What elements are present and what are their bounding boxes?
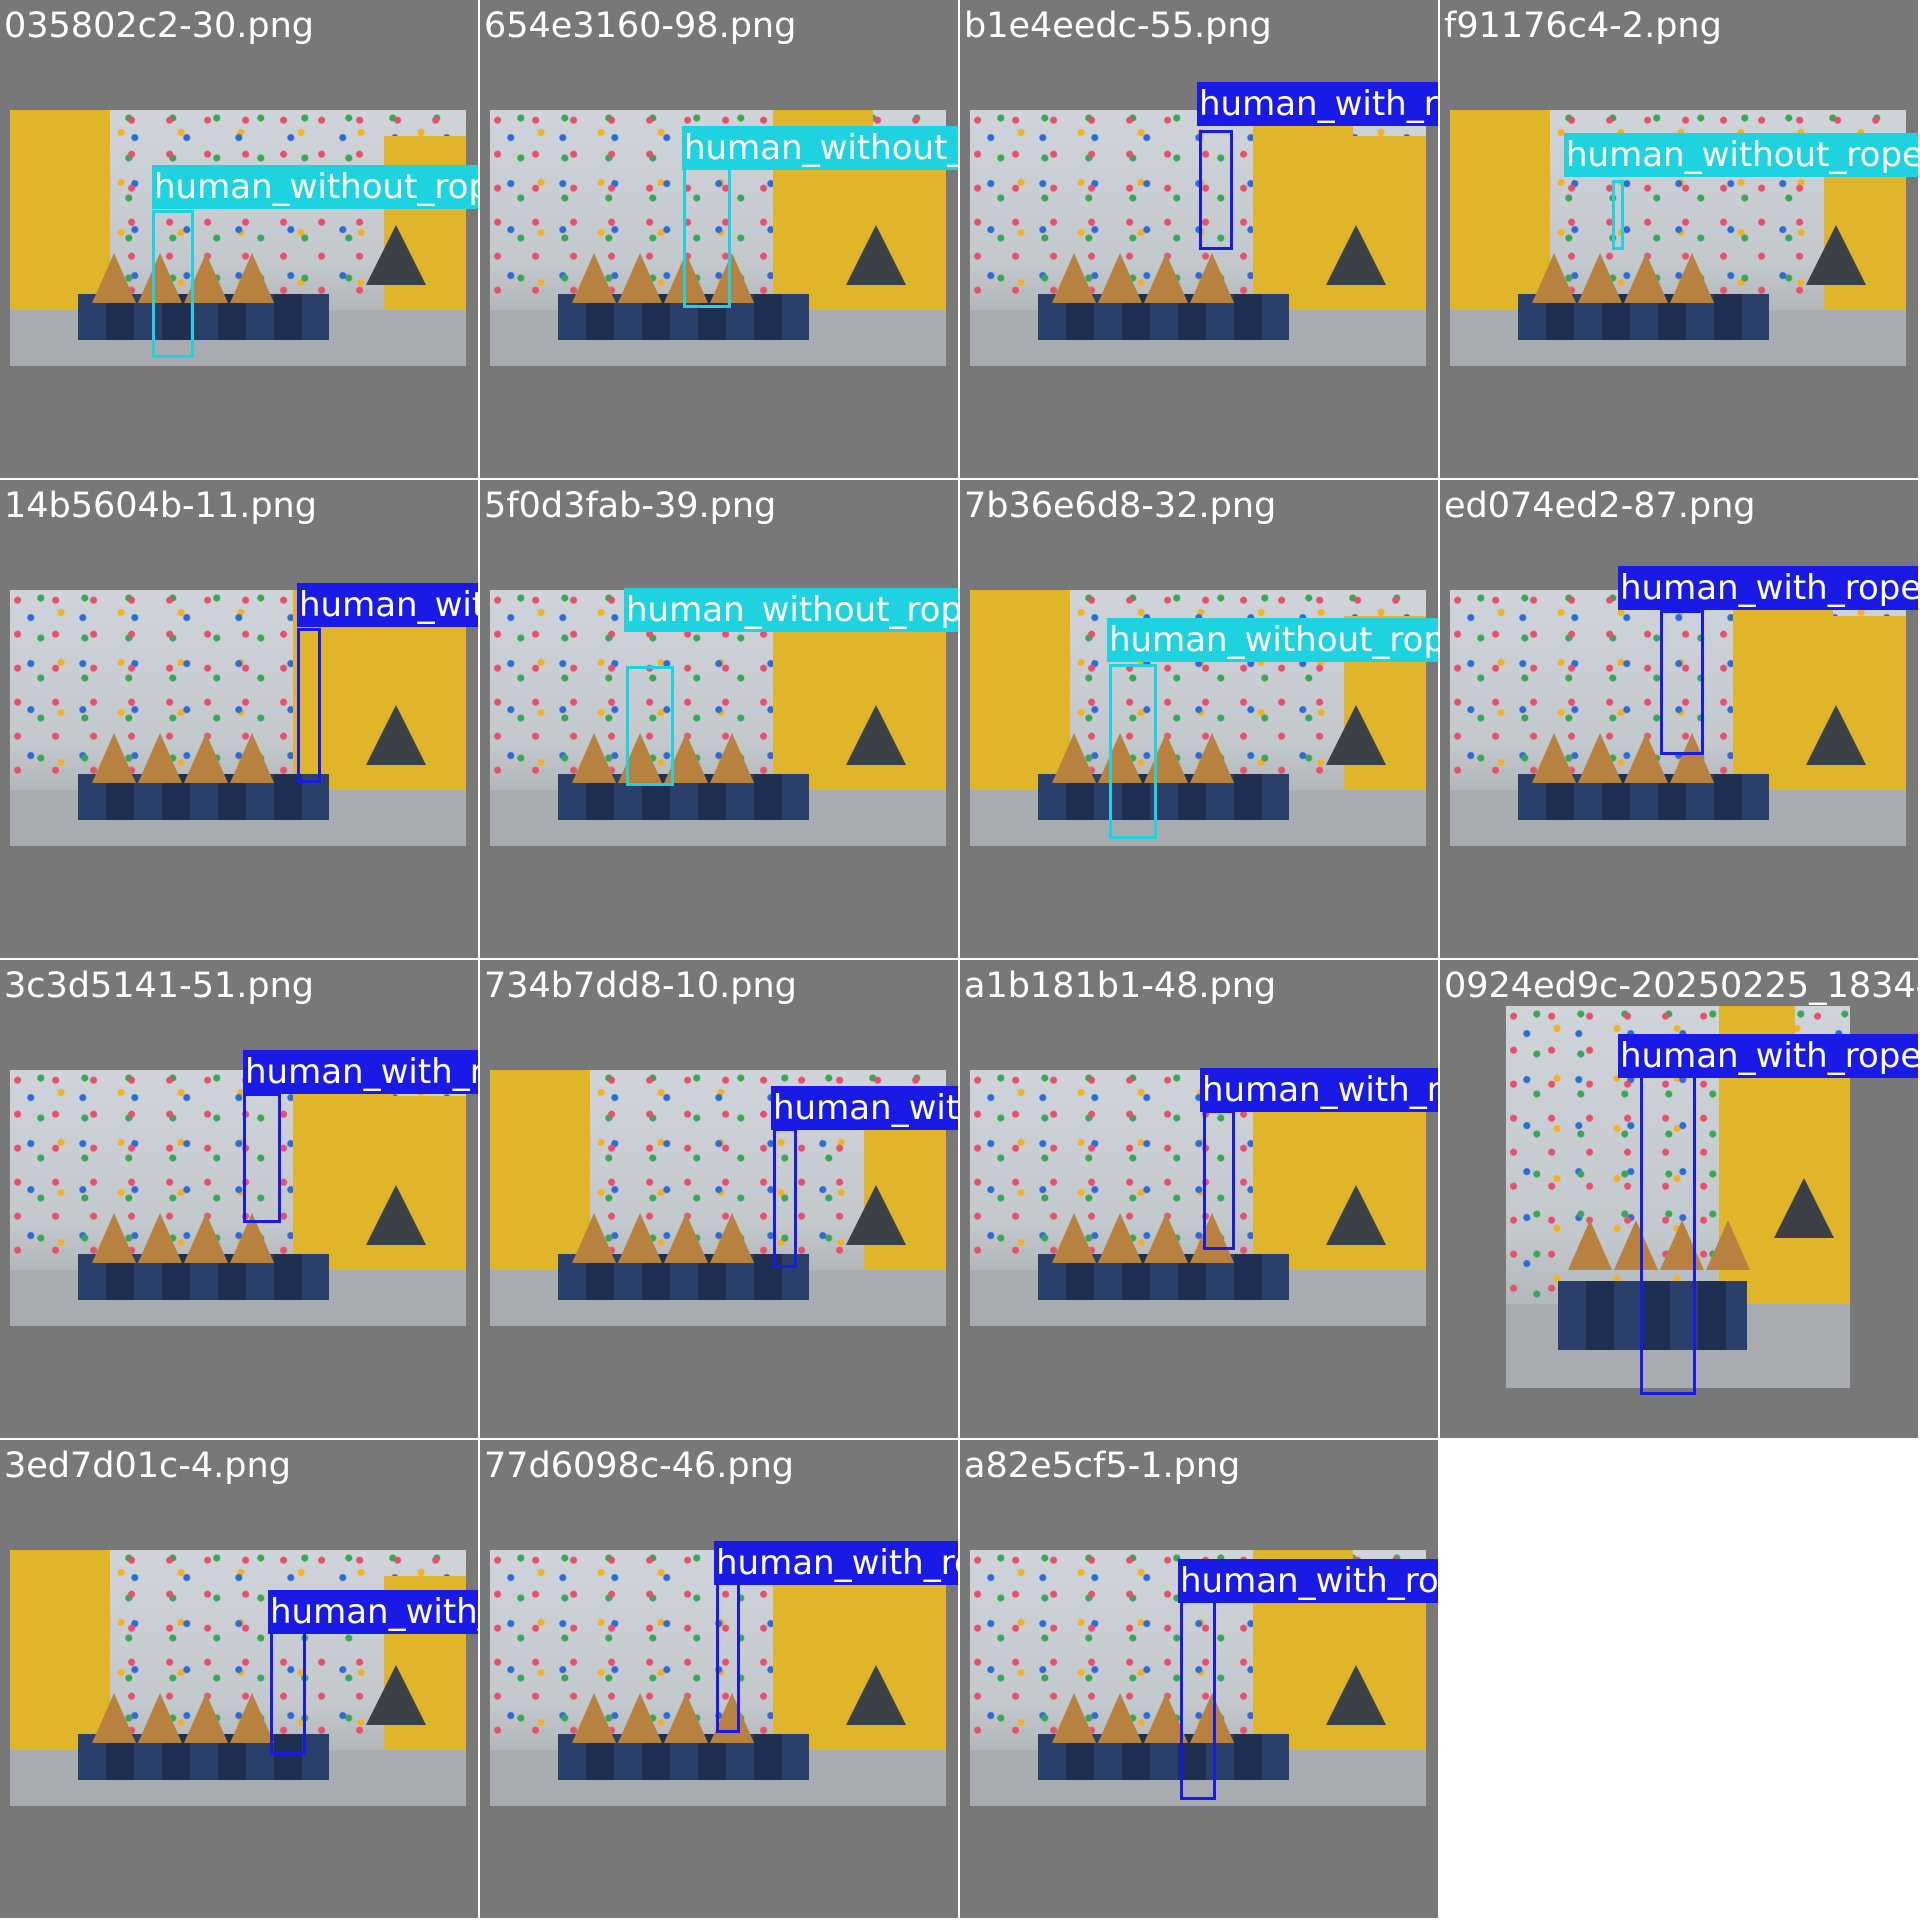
detection-box <box>773 1128 797 1268</box>
tile-filename: 77d6098c-46.png <box>484 1446 794 1486</box>
grid-tile: 734b7dd8-10.png human_with_rope <box>480 960 958 1438</box>
detection-box <box>1203 1110 1235 1250</box>
tile-filename: 3c3d5141-51.png <box>4 966 314 1006</box>
grid-tile: 5f0d3fab-39.png human_without_rope <box>480 480 958 958</box>
detection-label: human_without_rope <box>1107 618 1438 662</box>
detection-label: human_with_rope <box>243 1050 478 1094</box>
detection-box <box>683 150 731 308</box>
tile-filename: 5f0d3fab-39.png <box>484 486 777 526</box>
detection-box <box>1109 664 1157 839</box>
tile-filename: 14b5604b-11.png <box>4 486 317 526</box>
detection-label: human_with_rope <box>771 1086 958 1130</box>
climbing-wall-photo <box>10 590 466 846</box>
tile-filename: f91176c4-2.png <box>1444 6 1722 46</box>
grid-tile: a82e5cf5-1.png human_with_rope <box>960 1440 1438 1918</box>
grid-tile: ed074ed2-87.png human_with_rope <box>1440 480 1918 958</box>
detection-label: human_with_rope <box>297 583 478 627</box>
tile-filename: a82e5cf5-1.png <box>964 1446 1241 1486</box>
detection-box <box>716 1578 740 1733</box>
grid-tile: 654e3160-98.png human_without_rope <box>480 0 958 478</box>
detection-label: human_with_rope <box>1200 1068 1438 1112</box>
detection-box <box>1199 130 1233 250</box>
detection-label: human_with_rope <box>1178 1559 1438 1603</box>
detection-label: human_with_rope <box>1618 1034 1918 1078</box>
tile-filename: 734b7dd8-10.png <box>484 966 797 1006</box>
detection-label: human_with_rope <box>268 1590 478 1634</box>
grid-tile: 7b36e6d8-32.png human_without_rope <box>960 480 1438 958</box>
detection-label: human_with_rope <box>1197 82 1438 126</box>
tile-filename: 035802c2-30.png <box>4 6 315 46</box>
detection-box <box>297 628 321 783</box>
grid-tile: a1b181b1-48.png human_with_rope <box>960 960 1438 1438</box>
detection-box <box>152 210 194 358</box>
grid-tile: 0924ed9c-20250225_18344 human_with_rope <box>1440 960 1918 1438</box>
tile-filename: 0924ed9c-20250225_18344 <box>1444 966 1918 1006</box>
climbing-wall-photo <box>10 1070 466 1326</box>
tile-filename: a1b181b1-48.png <box>964 966 1277 1006</box>
detection-label: human_without_rope <box>682 126 958 170</box>
grid-tile: 035802c2-30.png human_without_rope <box>0 0 478 478</box>
detection-box <box>1180 1600 1216 1800</box>
detection-label: human_without_rope <box>1564 133 1918 177</box>
tile-filename: 3ed7d01c-4.png <box>4 1446 291 1486</box>
detection-label: human_with_rope <box>1618 566 1918 610</box>
detection-label: human_without_rope <box>152 165 478 209</box>
detection-box <box>1640 1075 1696 1395</box>
grid-tile: 3c3d5141-51.png human_with_rope <box>0 960 478 1438</box>
tile-filename: 7b36e6d8-32.png <box>964 486 1277 526</box>
grid-tile: 77d6098c-46.png human_with_rope <box>480 1440 958 1918</box>
grid-tile: f91176c4-2.png human_without_rope <box>1440 0 1918 478</box>
grid-tile: 3ed7d01c-4.png human_with_rope <box>0 1440 478 1918</box>
detection-label: human_without_rope <box>624 588 958 632</box>
climbing-wall-photo <box>970 110 1426 366</box>
detection-box <box>1612 180 1624 250</box>
detection-label: human_with_rope <box>714 1541 958 1585</box>
detection-box <box>626 666 674 786</box>
detection-box <box>1660 610 1704 755</box>
grid-tile: 14b5604b-11.png human_with_rope <box>0 480 478 958</box>
detection-box <box>243 1093 281 1223</box>
tile-filename: 654e3160-98.png <box>484 6 797 46</box>
tile-filename: b1e4eedc-55.png <box>964 6 1272 46</box>
climbing-wall-photo <box>10 110 466 366</box>
climbing-wall-photo <box>10 1550 466 1806</box>
image-grid: 035802c2-30.png human_without_rope 654e316… <box>0 0 1920 1920</box>
tile-filename: ed074ed2-87.png <box>1444 486 1756 526</box>
grid-tile: b1e4eedc-55.png human_with_rope <box>960 0 1438 478</box>
